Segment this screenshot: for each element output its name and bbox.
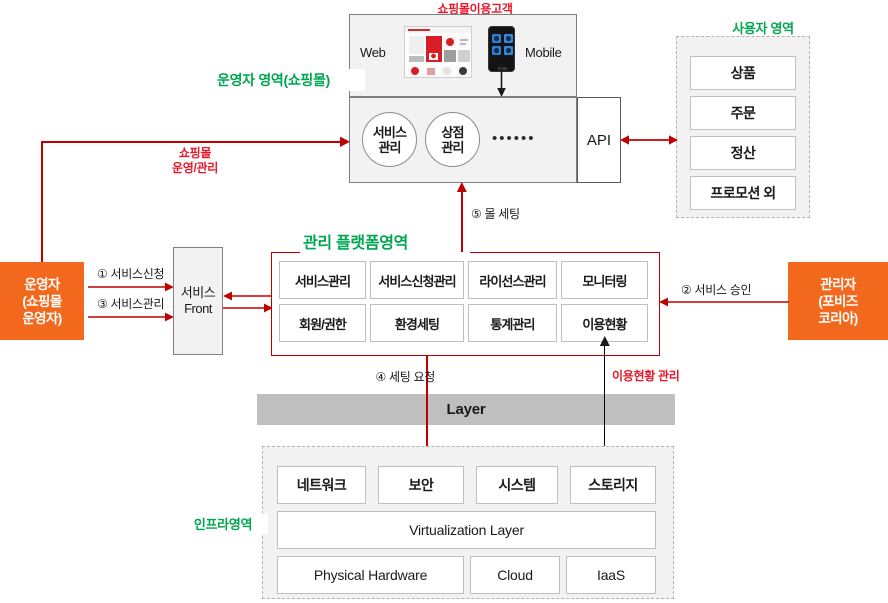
layer-bar: Layer bbox=[257, 394, 675, 425]
platform-cell-member-permission-label: 회원/권한 bbox=[299, 316, 347, 332]
user-area-item-settlement-label: 정산 bbox=[730, 145, 756, 161]
api-box[interactable]: API bbox=[577, 97, 621, 183]
web-page-thumbnail bbox=[404, 26, 472, 78]
flow-step1-arrow bbox=[88, 282, 174, 292]
layer-bar-label: Layer bbox=[446, 401, 486, 418]
infra-cell-network[interactable]: 네트워크 bbox=[277, 466, 366, 504]
platform-cell-service-mgmt-label: 서비스관리 bbox=[294, 273, 351, 289]
platform-cell-env-setting[interactable]: 환경세팅 bbox=[370, 304, 464, 342]
shopmall-manage-label: 쇼핑몰 운영/관리 bbox=[150, 146, 240, 176]
platform-cell-service-request-mgmt-label: 서비스신청관리 bbox=[378, 273, 456, 289]
infra-cell-physical-hardware[interactable]: Physical Hardware bbox=[277, 556, 464, 594]
infra-cell-virtualization-layer[interactable]: Virtualization Layer bbox=[277, 511, 656, 549]
actor-operator-line1: 운영자 bbox=[24, 276, 60, 292]
user-area-item-order[interactable]: 주문 bbox=[690, 96, 796, 130]
user-area-item-order-label: 주문 bbox=[730, 105, 756, 121]
user-area-item-promotion-label: 프로모션 외 bbox=[710, 185, 776, 201]
actor-admin-line1: 관리자 bbox=[820, 276, 856, 292]
mobile-channel-label: Mobile bbox=[525, 45, 562, 60]
usage-manage-line bbox=[604, 344, 606, 452]
service-ellipsis: •••••• bbox=[492, 130, 536, 147]
infra-cell-physical-hardware-label: Physical Hardware bbox=[313, 567, 428, 583]
service-circle-service-mgmt[interactable]: 서비스 관리 bbox=[362, 112, 417, 167]
flow-step5-label: ⑤ 몰 세팅 bbox=[471, 207, 520, 221]
actor-operator-line2: (쇼핑몰 bbox=[22, 293, 62, 309]
infra-cell-cloud[interactable]: Cloud bbox=[470, 556, 560, 594]
infra-cell-iaas-label: IaaS bbox=[597, 567, 625, 583]
actor-operator-box[interactable]: 운영자 (쇼핑몰 운영자) bbox=[0, 262, 84, 340]
user-area-item-product-label: 상품 bbox=[730, 65, 756, 81]
operator-area-label: 운영자 영역(쇼핑몰) bbox=[215, 69, 365, 91]
service-front-box[interactable]: 서비스 Front bbox=[173, 247, 223, 355]
infra-cell-cloud-label: Cloud bbox=[497, 567, 533, 583]
user-area-label: 사용자 영역 bbox=[732, 21, 794, 36]
platform-cell-monitoring[interactable]: 모니터링 bbox=[561, 261, 648, 299]
flow-step5-line bbox=[461, 190, 463, 252]
platform-cell-env-setting-label: 환경세팅 bbox=[394, 316, 440, 332]
mobile-to-service-arrow bbox=[497, 64, 506, 97]
infra-cell-network-label: 네트워크 bbox=[296, 477, 347, 493]
usage-manage-arrowhead-up bbox=[599, 336, 610, 346]
infra-cell-system-label: 시스템 bbox=[498, 477, 536, 493]
infra-cell-security-label: 보안 bbox=[408, 477, 434, 493]
platform-cell-usage-status-label: 이용현황 bbox=[582, 316, 627, 332]
user-area-item-product[interactable]: 상품 bbox=[690, 56, 796, 90]
infra-area-label: 인프라영역 bbox=[178, 513, 268, 534]
platform-cell-license-mgmt[interactable]: 라이선스관리 bbox=[468, 261, 557, 299]
flow-step4-label: ④ 세팅 요청 bbox=[375, 370, 436, 384]
service-front-platform-arrows bbox=[223, 291, 273, 313]
platform-cell-service-request-mgmt[interactable]: 서비스신청관리 bbox=[370, 261, 464, 299]
platform-cell-member-permission[interactable]: 회원/권한 bbox=[279, 304, 366, 342]
infra-cell-virtualization-layer-label: Virtualization Layer bbox=[409, 522, 524, 538]
api-label: API bbox=[586, 131, 612, 149]
infra-cell-system[interactable]: 시스템 bbox=[476, 466, 558, 504]
platform-cell-statistics-mgmt-label: 통계관리 bbox=[490, 316, 535, 332]
service-circle-store-mgmt[interactable]: 상점 관리 bbox=[425, 112, 480, 167]
actor-operator-line3: 운영자) bbox=[22, 310, 62, 326]
user-area-item-promotion[interactable]: 프로모션 외 bbox=[690, 176, 796, 210]
shopmall-manage-label-line1: 쇼핑몰 bbox=[178, 146, 212, 160]
infra-cell-security[interactable]: 보안 bbox=[378, 466, 464, 504]
infra-cell-storage-label: 스토리지 bbox=[588, 477, 638, 493]
infra-cell-storage[interactable]: 스토리지 bbox=[570, 466, 656, 504]
api-user-area-double-arrow bbox=[620, 135, 678, 145]
shopmall-manage-line-horizontal bbox=[41, 141, 343, 143]
service-front-line1: 서비스 bbox=[180, 285, 216, 300]
service-circle-service-mgmt-label: 서비스 관리 bbox=[372, 124, 407, 155]
service-front-line2: Front bbox=[184, 301, 212, 316]
actor-admin-box[interactable]: 관리자 (포비즈 코리아) bbox=[788, 262, 888, 340]
web-channel-label: Web bbox=[360, 45, 386, 60]
service-circle-store-mgmt-label: 상점 관리 bbox=[441, 124, 464, 155]
user-area-item-settlement[interactable]: 정산 bbox=[690, 136, 796, 170]
shopmall-manage-line-vertical bbox=[41, 141, 43, 262]
shopmall-manage-label-line2: 운영/관리 bbox=[172, 161, 218, 175]
usage-manage-label: 이용현황 관리 bbox=[612, 369, 680, 383]
shopmall-manage-arrowhead bbox=[340, 136, 350, 147]
infra-cell-iaas[interactable]: IaaS bbox=[566, 556, 656, 594]
flow-step3-arrow bbox=[88, 312, 174, 322]
platform-cell-service-mgmt[interactable]: 서비스관리 bbox=[279, 261, 366, 299]
platform-area-label: 관리 플랫폼영역 bbox=[300, 228, 470, 254]
flow-step5-arrowhead bbox=[456, 182, 467, 192]
actor-admin-line3: 코리아) bbox=[818, 310, 858, 326]
platform-cell-statistics-mgmt[interactable]: 통계관리 bbox=[468, 304, 557, 342]
flow-step2-arrow bbox=[659, 297, 789, 307]
platform-cell-monitoring-label: 모니터링 bbox=[582, 273, 627, 289]
actor-admin-line2: (포비즈 bbox=[818, 293, 858, 309]
platform-cell-license-mgmt-label: 라이선스관리 bbox=[479, 273, 546, 289]
